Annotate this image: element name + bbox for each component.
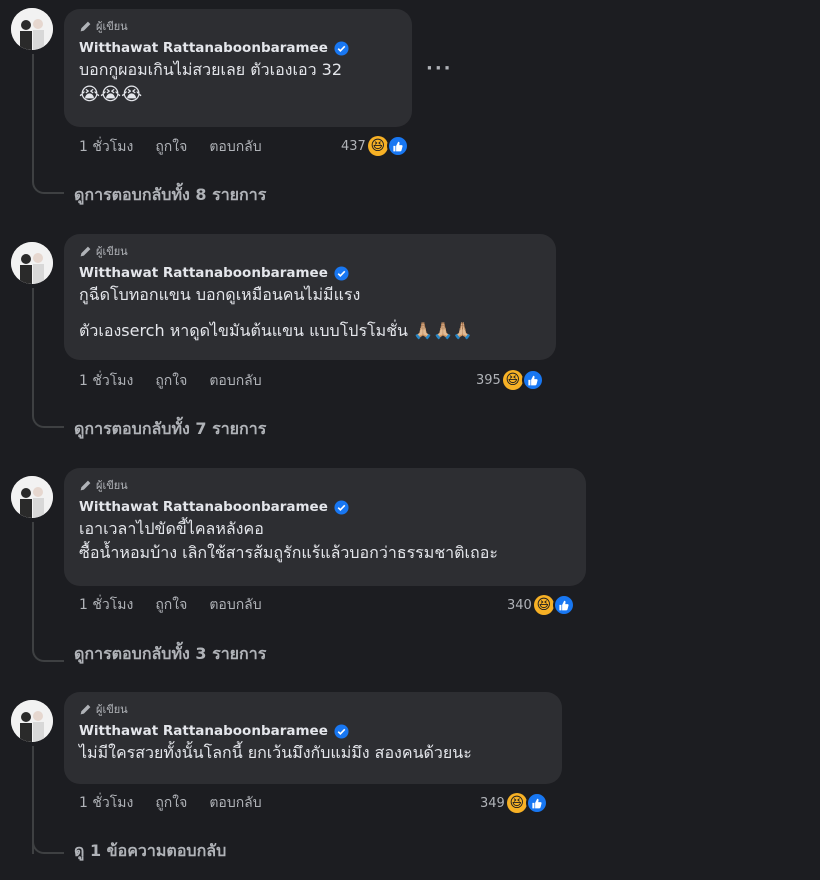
pencil-icon <box>80 704 91 714</box>
avatar[interactable] <box>11 476 53 518</box>
author-badge: ผู้เขียน <box>79 701 546 717</box>
comment-text: ตัวเองserch หาดูดไขมันต้นแขน แบบโปรโมชั่… <box>79 321 473 340</box>
thread-connector <box>32 642 64 662</box>
reaction-count: 349 <box>480 795 505 811</box>
author-badge-label: ผู้เขียน <box>96 703 128 716</box>
comment-bubble: ผู้เขียน Witthawat Rattanaboonbaramee ไม… <box>64 692 562 784</box>
view-replies-link[interactable]: ดู 1 ข้อความตอบกลับ <box>74 840 226 862</box>
like-icon <box>525 792 548 814</box>
reaction-summary[interactable]: 437 😆 <box>341 135 409 157</box>
view-replies-link[interactable]: ดูการตอบกลับทั้ง 8 รายการ <box>74 184 266 206</box>
thread-line <box>32 54 34 174</box>
thread-connector <box>32 174 64 194</box>
verified-icon <box>334 265 349 281</box>
view-replies-link[interactable]: ดูการตอบกลับทั้ง 3 รายการ <box>74 643 266 665</box>
like-icon <box>552 594 575 616</box>
author-name[interactable]: Witthawat Rattanaboonbaramee <box>79 40 328 56</box>
comment-text: 😭😭😭 <box>79 84 143 105</box>
reaction-count: 437 <box>341 138 366 154</box>
comment-bubble: ผู้เขียน Witthawat Rattanaboonbaramee กู… <box>64 234 556 360</box>
reaction-summary[interactable]: 340 😆 <box>507 594 575 616</box>
haha-icon: 😆 <box>506 793 527 813</box>
pencil-icon <box>80 246 91 256</box>
author-name[interactable]: Witthawat Rattanaboonbaramee <box>79 723 328 739</box>
haha-icon: 😆 <box>502 370 523 390</box>
comment-text: กูฉีดโบทอกแขน บอกดูเหมือนคนไม่มีแรง <box>79 285 361 304</box>
view-replies-link[interactable]: ดูการตอบกลับทั้ง 7 รายการ <box>74 418 266 440</box>
thread-line <box>32 522 34 642</box>
reaction-count: 340 <box>507 597 532 613</box>
reaction-summary[interactable]: 349 😆 <box>480 792 548 814</box>
avatar[interactable] <box>11 8 53 50</box>
verified-icon <box>334 499 349 515</box>
reply-button[interactable]: ตอบกลับ <box>209 136 261 158</box>
timestamp[interactable]: 1 ชั่วโมง <box>79 594 133 616</box>
reaction-count: 395 <box>476 372 501 388</box>
comment-text: ซื้อน้ำหอมบ้าง เลิกใช้สารส้มถูรักแร้แล้ว… <box>79 543 498 562</box>
timestamp[interactable]: 1 ชั่วโมง <box>79 370 133 392</box>
avatar[interactable] <box>11 242 53 284</box>
author-name[interactable]: Witthawat Rattanaboonbaramee <box>79 265 328 281</box>
like-button[interactable]: ถูกใจ <box>155 370 187 392</box>
like-icon <box>521 369 544 391</box>
author-badge: ผู้เขียน <box>79 243 540 259</box>
comment-actions: 1 ชั่วโมง ถูกใจ ตอบกลับ <box>79 793 262 813</box>
comment-actions: 1 ชั่วโมง ถูกใจ ตอบกลับ <box>79 137 262 157</box>
comment-actions: 1 ชั่วโมง ถูกใจ ตอบกลับ <box>79 595 262 615</box>
like-button[interactable]: ถูกใจ <box>155 594 187 616</box>
haha-icon: 😆 <box>533 595 554 615</box>
more-options-icon[interactable]: ··· <box>426 58 453 79</box>
author-badge-label: ผู้เขียน <box>96 245 128 258</box>
reaction-summary[interactable]: 395 😆 <box>476 369 544 391</box>
comment-actions: 1 ชั่วโมง ถูกใจ ตอบกลับ <box>79 371 262 391</box>
comment-text: เอาเวลาไปขัดขี้ไคลหลังคอ <box>79 519 264 538</box>
author-badge: ผู้เขียน <box>79 477 570 493</box>
author-badge-label: ผู้เขียน <box>96 20 128 33</box>
avatar[interactable] <box>11 700 53 742</box>
reply-button[interactable]: ตอบกลับ <box>209 370 261 392</box>
like-icon <box>386 135 409 157</box>
thread-line <box>32 288 34 408</box>
haha-icon: 😆 <box>367 136 388 156</box>
comment-text: บอกกูผอมเกินไม่สวยเลย ตัวเองเอว 32 <box>79 60 342 79</box>
author-badge-label: ผู้เขียน <box>96 479 128 492</box>
pencil-icon <box>80 21 91 31</box>
thread-connector <box>32 834 64 854</box>
reply-button[interactable]: ตอบกลับ <box>209 792 261 814</box>
comment-bubble: ผู้เขียน Witthawat Rattanaboonbaramee เอ… <box>64 468 586 586</box>
comment-text: ไม่มีใครสวยทั้งนั้นโลกนี้ ยกเว้นมึงกับแม… <box>79 743 472 762</box>
reply-button[interactable]: ตอบกลับ <box>209 594 261 616</box>
timestamp[interactable]: 1 ชั่วโมง <box>79 136 133 158</box>
author-badge: ผู้เขียน <box>79 18 396 34</box>
pencil-icon <box>80 480 91 490</box>
like-button[interactable]: ถูกใจ <box>155 136 187 158</box>
comment-bubble: ผู้เขียน Witthawat Rattanaboonbaramee บอ… <box>64 9 412 127</box>
timestamp[interactable]: 1 ชั่วโมง <box>79 792 133 814</box>
verified-icon <box>334 40 349 56</box>
author-name[interactable]: Witthawat Rattanaboonbaramee <box>79 499 328 515</box>
verified-icon <box>334 723 349 739</box>
thread-connector <box>32 408 64 428</box>
like-button[interactable]: ถูกใจ <box>155 792 187 814</box>
